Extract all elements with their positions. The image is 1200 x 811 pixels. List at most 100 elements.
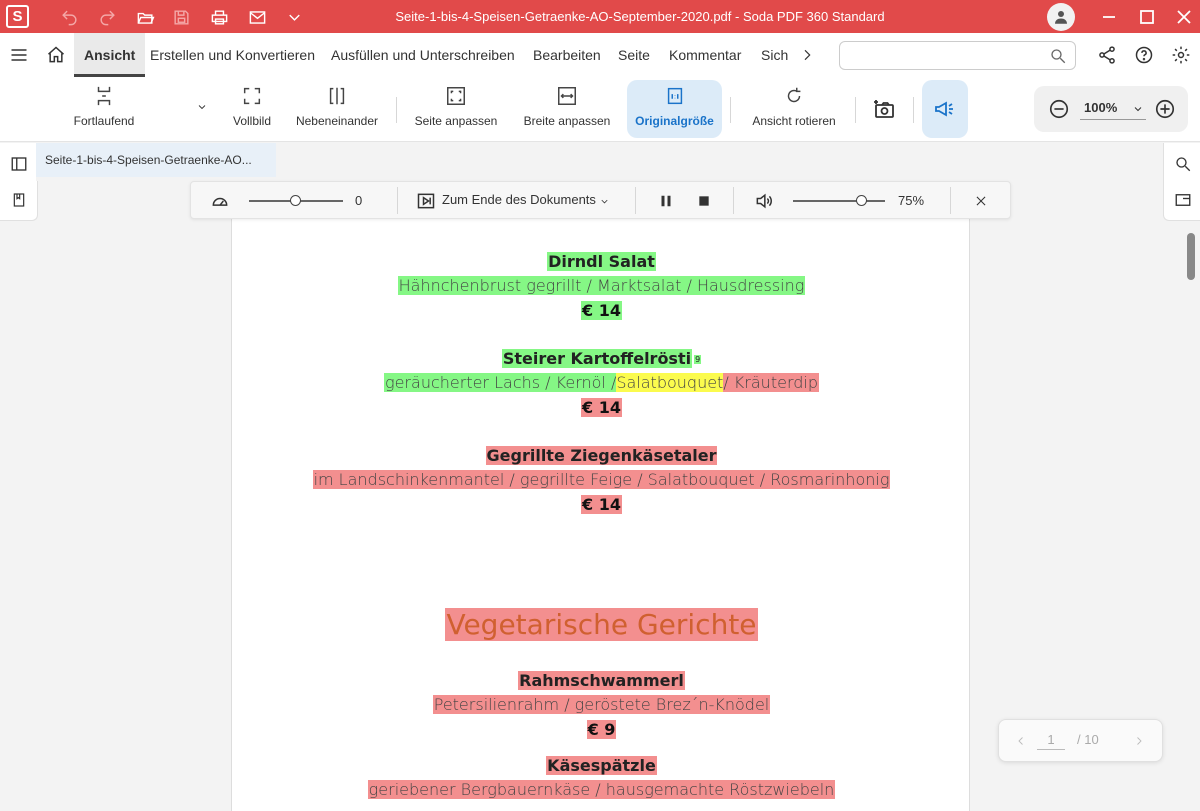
fortlaufend-button[interactable]: Fortlaufend [66,77,142,142]
snapshot-camera-icon[interactable] [870,95,898,123]
chevron-down-icon [1134,107,1142,112]
chevron-right-icon[interactable] [1131,733,1147,749]
help-icon[interactable] [1133,44,1155,66]
document-tab[interactable]: Seite-1-bis-4-Speisen-Getraenke-AO... [36,143,276,179]
vollbild-button[interactable]: Vollbild [226,77,278,142]
actual-size-icon [664,85,686,107]
document-tab-bar: Seite-1-bis-4-Speisen-Getraenke-AO... [36,143,1162,181]
page-navigator: 1 / 10 [998,719,1163,762]
menu-bar: Ansicht Erstellen und Konvertieren Ausfü… [0,33,1200,77]
side-by-side-icon [326,85,348,107]
zoom-level-select[interactable]: 100% [1080,100,1146,120]
toolbar-separator [950,187,951,214]
fit-page-icon [445,85,467,107]
dish-title: Käsespätzle [546,756,657,775]
menu-item-bearbeiten[interactable]: Bearbeiten [533,33,601,77]
ribbon-separator [913,97,914,123]
speed-value: 0 [355,193,363,208]
volume-slider-track[interactable] [793,200,885,202]
open-folder-icon[interactable] [133,5,157,29]
read-aloud-toolbar: 0 Zum Ende des Dokuments 75% [190,181,1011,219]
toolbar-separator [635,187,636,214]
panel-toggle-icon[interactable] [8,153,30,175]
fit-width-icon [556,85,578,107]
toolbar-separator [733,187,734,214]
share-icon[interactable] [1096,44,1118,66]
dish-price: € 14 [581,301,622,320]
dish-title: Dirndl Salat [547,252,656,271]
menu-item-erstellen[interactable]: Erstellen und Konvertieren [150,33,315,77]
pause-icon[interactable] [656,191,676,211]
ribbon-separator [855,97,856,123]
redo-icon[interactable] [95,5,119,29]
section-heading: Vegetarische Gerichte [445,608,758,641]
page-number-input[interactable]: 1 [1037,732,1065,750]
skip-to-end-icon[interactable] [415,190,437,212]
search-icon[interactable] [1172,153,1194,175]
hamburger-menu-icon[interactable] [8,44,30,66]
chevron-left-icon[interactable] [1013,733,1029,749]
menu-item-kommentar[interactable]: Kommentar [669,33,741,77]
fullscreen-icon [241,85,263,107]
save-icon[interactable] [169,5,193,29]
search-input[interactable] [839,41,1076,70]
minimize-button[interactable] [1097,5,1121,29]
window-title: Seite-1-bis-4-Speisen-Getraenke-AO-Septe… [395,9,885,24]
read-mode-select[interactable]: Zum Ende des Dokuments [442,192,596,207]
page-count: / 10 [1077,732,1099,747]
properties-panel-icon[interactable] [1172,189,1194,211]
stop-icon[interactable] [694,191,714,211]
dish-description: im Landschinkenmantel / gegrillte Feige … [312,470,891,489]
menu-item-ausfuellen[interactable]: Ausfüllen und Unterschreiben [331,33,515,77]
maximize-button[interactable] [1135,5,1159,29]
dish-price: € 14 [581,398,622,417]
close-icon[interactable] [971,191,991,211]
read-aloud-button[interactable] [922,80,968,138]
volume-slider-handle[interactable] [856,195,867,206]
pdf-page: Dirndl Salat Hähnchenbrust gegrillt / Ma… [231,219,970,811]
chevron-down-icon[interactable] [597,194,611,208]
settings-gear-icon[interactable] [1170,44,1192,66]
dish-price: € 14 [581,495,622,514]
dish-description: geräucherter Lachs / Kernöl / Salatbouqu… [383,373,819,392]
app-logo: S [6,5,29,28]
zoom-out-icon[interactable] [1048,98,1070,120]
menu-item-seite[interactable]: Seite [618,33,650,77]
dish-title: Rahmschwammerl [518,671,685,690]
speed-slider-handle[interactable] [290,195,301,206]
volume-icon[interactable] [753,190,775,212]
view-ribbon: Fortlaufend Vollbild Nebeneinander Seite… [0,77,1200,142]
print-icon[interactable] [207,5,231,29]
chevron-right-icon[interactable] [797,45,817,65]
originalgroesse-button[interactable]: Originalgröße [627,80,722,138]
dish-description: Hähnchenbrust gegrillt / Marktsalat / Ha… [397,276,806,295]
chevron-down-icon[interactable] [282,5,306,29]
title-bar: S Seite-1-bis-4-Speisen-Getraenke-AO-Sep… [0,0,1200,33]
seite-anpassen-button[interactable]: Seite anpassen [410,77,502,142]
right-sidebar [1163,143,1200,221]
user-avatar[interactable] [1047,3,1075,31]
chevron-down-icon[interactable] [194,99,210,115]
ansicht-rotieren-button[interactable]: Ansicht rotieren [744,77,844,142]
toolbar-separator [397,187,398,214]
continuous-scroll-icon [93,85,115,107]
nebeneinander-button[interactable]: Nebeneinander [292,77,382,142]
undo-icon[interactable] [57,5,81,29]
speed-gauge-icon [209,190,231,212]
dish-title: Gegrillte Ziegenkäsetaler [485,446,718,465]
rotate-icon [783,85,805,107]
zoom-control: 100% [1034,86,1188,132]
mail-icon[interactable] [245,5,269,29]
zoom-in-icon[interactable] [1154,98,1176,120]
search-icon [1051,49,1066,64]
ribbon-separator [396,97,397,123]
menu-item-ansicht[interactable]: Ansicht [74,33,146,77]
menu-item-sicherheit[interactable]: Sich [761,33,788,77]
breite-anpassen-button[interactable]: Breite anpassen [518,77,616,142]
vertical-scrollbar-thumb[interactable] [1187,233,1195,280]
bookmark-icon[interactable] [8,189,30,211]
volume-value: 75% [898,193,925,208]
megaphone-icon [935,101,953,117]
close-window-button[interactable] [1172,5,1196,29]
home-icon[interactable] [45,44,67,66]
